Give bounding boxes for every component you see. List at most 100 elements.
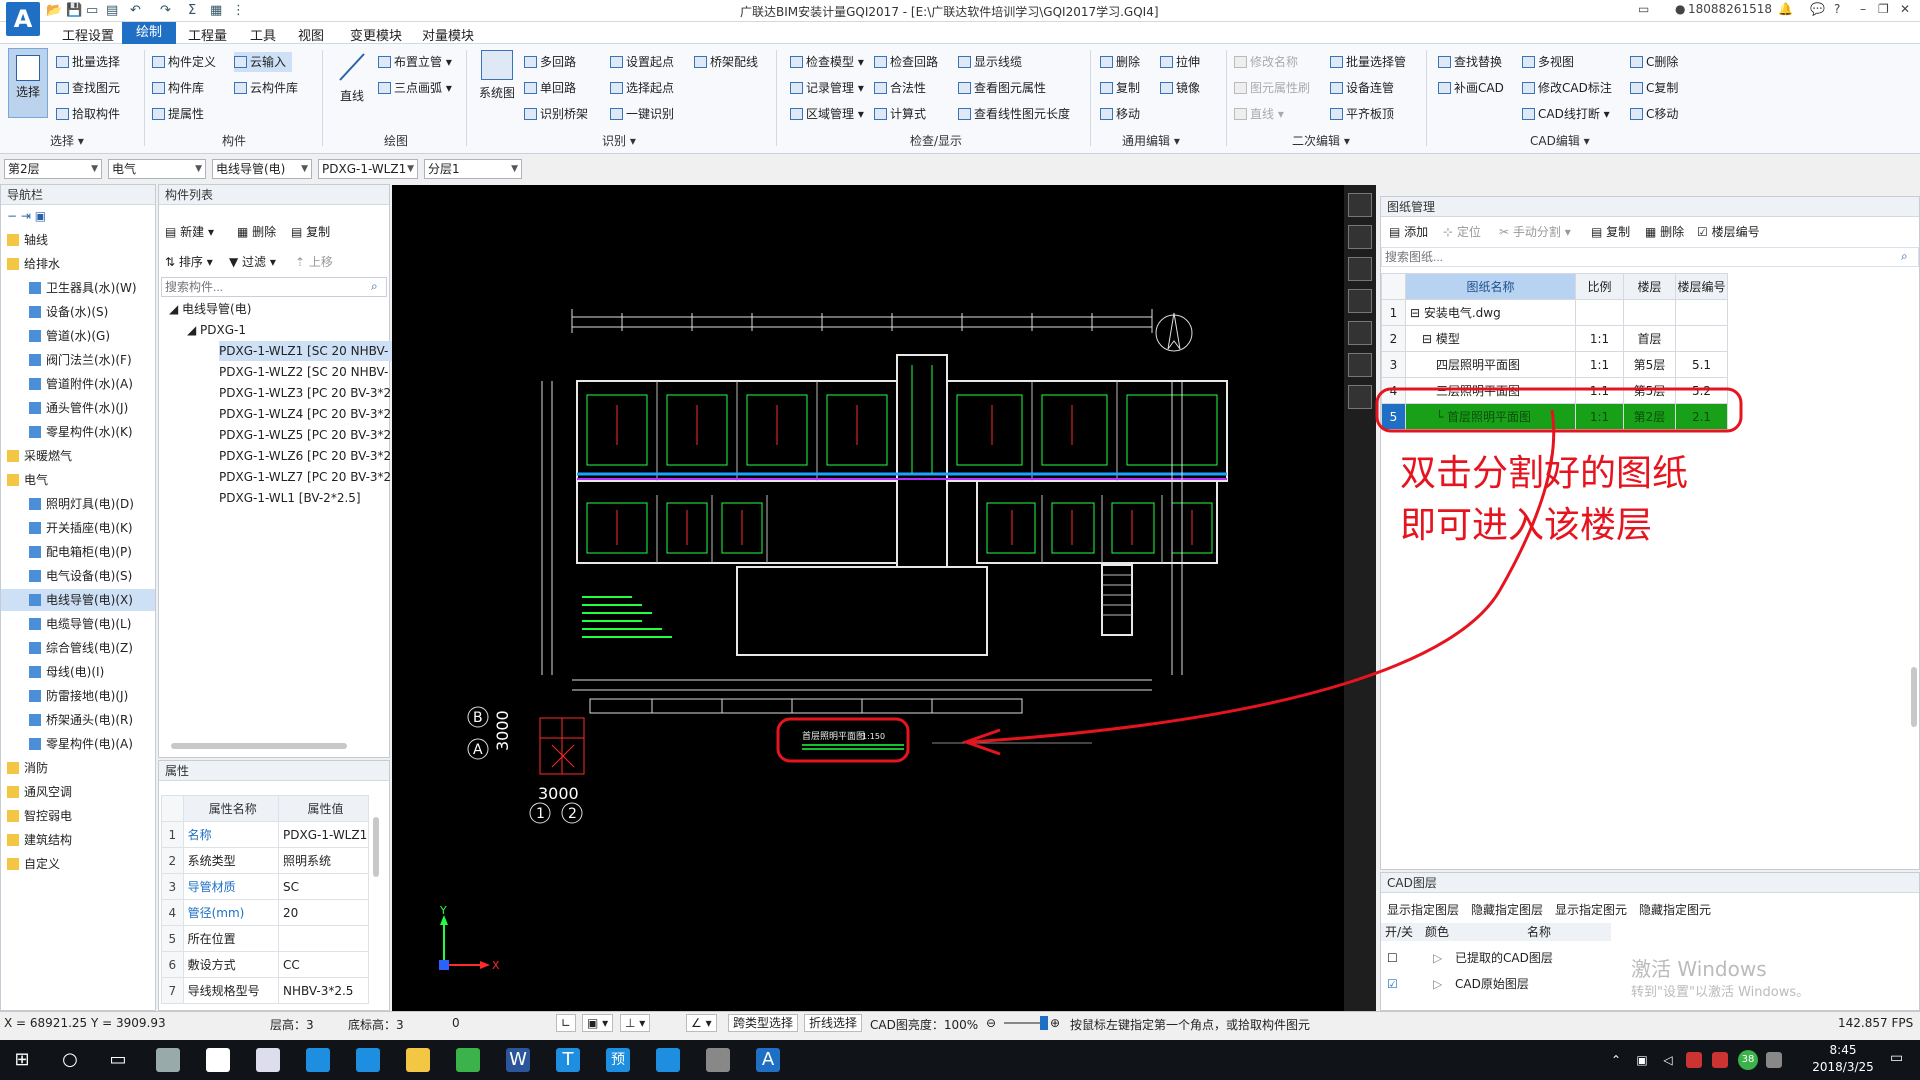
user-phone[interactable]: 18088261518 <box>1688 2 1772 16</box>
nav-folder[interactable]: 采暖燃气 <box>1 445 155 467</box>
task-view-icon[interactable]: ▭ <box>106 1048 130 1072</box>
floor-number-toggle[interactable]: ☑ 楼层编号 <box>1697 223 1760 240</box>
layer-select[interactable]: 分层1 ▼ <box>424 159 522 179</box>
tab-change-module[interactable]: 变更模块 <box>350 25 402 44</box>
yu-app-icon[interactable]: 预 <box>606 1048 630 1072</box>
check-model-button[interactable]: 检查模型 ▾ <box>790 52 864 72</box>
folder-icon[interactable] <box>406 1048 430 1072</box>
formula-button[interactable]: 计算式 <box>874 104 926 124</box>
nav-folder[interactable]: 智控弱电 <box>1 805 155 827</box>
paint-icon[interactable] <box>706 1048 730 1072</box>
c-copy-button[interactable]: C复制 <box>1630 78 1678 98</box>
brightness-minus-icon[interactable]: ⊖ <box>986 1016 996 1030</box>
sum-icon[interactable]: Σ <box>188 2 196 20</box>
three-point-arc-button[interactable]: 三点画弧 ▾ <box>378 78 452 98</box>
glodon-icon[interactable] <box>356 1048 380 1072</box>
drawing-row[interactable]: 3 四层照明平面图 1:1 第5层 5.1 <box>1381 351 1728 378</box>
drawing-search-input[interactable] <box>1381 247 1919 267</box>
close-icon[interactable]: ✕ <box>1900 2 1910 16</box>
nav-item[interactable]: 零星构件(电)(A) <box>1 733 155 755</box>
store-icon[interactable] <box>256 1048 280 1072</box>
help-button[interactable]: ? <box>1834 2 1840 16</box>
minimize-icon[interactable]: – <box>1860 2 1866 16</box>
chat-icon[interactable]: 💬 <box>1810 2 1825 16</box>
element-brush-button[interactable]: 图元属性刷 <box>1234 78 1310 98</box>
nav-folder[interactable]: 自定义 <box>1 853 155 875</box>
nav-folder[interactable]: 消防 <box>1 757 155 779</box>
rotate-icon[interactable] <box>1348 353 1372 377</box>
legality-button[interactable]: 合法性 <box>874 78 926 98</box>
nav-item[interactable]: 开关插座(电)(K) <box>1 517 155 539</box>
nav-item[interactable]: 电线导管(电)(X) <box>1 589 155 611</box>
tree-item[interactable]: PDXG-1-WLZ6 [PC 20 BV-3*2 <box>219 446 391 466</box>
collapse-icon[interactable]: − <box>7 209 17 223</box>
brightness-slider-thumb[interactable] <box>1040 1016 1048 1030</box>
tree-group[interactable]: ◢ PDXG-1 <box>187 320 246 340</box>
browser-icon[interactable] <box>206 1048 230 1072</box>
redraw-cad-button[interactable]: 补画CAD <box>1438 78 1504 98</box>
stretch-button[interactable]: 拉伸 <box>1160 52 1200 72</box>
tree-item[interactable]: PDXG-1-WLZ3 [PC 20 BV-3*2 <box>219 383 391 403</box>
dynamic-icon[interactable]: ⊥ ▾ <box>620 1014 651 1032</box>
word-icon[interactable]: W <box>506 1048 530 1072</box>
nav-item[interactable]: 配电箱柜(电)(P) <box>1 541 155 563</box>
top-view-icon[interactable] <box>1348 225 1372 249</box>
floor-select[interactable]: 第2层 ▼ <box>4 159 102 179</box>
cloud-input-button[interactable]: 云输入 <box>234 52 293 72</box>
front-view-icon[interactable] <box>1348 257 1372 281</box>
view-element-props-button[interactable]: 查看图元属性 <box>958 78 1046 98</box>
single-circuit-button[interactable]: 单回路 <box>524 78 576 98</box>
extract-properties-button[interactable]: 提属性 <box>152 104 204 124</box>
area-manage-button[interactable]: 区域管理 ▾ <box>790 104 864 124</box>
tab-project-settings[interactable]: 工程设置 <box>62 25 114 44</box>
property-row[interactable]: 5 所在位置 <box>161 925 369 952</box>
rename-button[interactable]: 修改名称 <box>1234 52 1298 72</box>
nav-item[interactable]: 通头管件(水)(J) <box>1 397 155 419</box>
expand-icon[interactable]: ▷ <box>1433 945 1442 971</box>
copy-component-button[interactable]: ▤ 复制 <box>291 223 330 240</box>
tree-item[interactable]: PDXG-1-WLZ2 [SC 20 NHBV- <box>219 362 388 382</box>
batch-select-pipe-button[interactable]: 批量选择管 <box>1330 52 1406 72</box>
clock-time[interactable]: 8:45 <box>1808 1043 1878 1057</box>
move-button[interactable]: 移动 <box>1100 104 1140 124</box>
find-element-button[interactable]: 查找图元 <box>56 78 120 98</box>
search-icon[interactable]: ⌕ <box>1901 249 1908 264</box>
clock-date[interactable]: 2018/3/25 <box>1808 1060 1878 1074</box>
nav-item[interactable]: 综合管线(电)(Z) <box>1 637 155 659</box>
delete-drawing-button[interactable]: ▦ 删除 <box>1645 223 1684 240</box>
property-row[interactable]: 1 名称 PDXG-1-WLZ1 <box>161 821 369 848</box>
system-diagram-button[interactable]: 系统图 <box>474 50 520 101</box>
set-start-button[interactable]: 设置起点 <box>610 52 674 72</box>
save-icon[interactable]: 💾 <box>66 2 82 20</box>
nav-item[interactable]: 设备(水)(S) <box>1 301 155 323</box>
filter-button[interactable]: ▼ 过滤 ▾ <box>229 253 276 270</box>
edge-icon[interactable] <box>306 1048 330 1072</box>
nav-item[interactable]: 管道附件(水)(A) <box>1 373 155 395</box>
customize-icon[interactable]: ⋮ <box>232 2 245 20</box>
vertical-scrollbar[interactable] <box>373 817 379 877</box>
nav-folder[interactable]: 给排水 <box>1 253 155 275</box>
tree-root[interactable]: ◢ 电线导管(电) <box>169 299 251 319</box>
show-element-button[interactable]: 显示指定图元 <box>1555 901 1627 918</box>
checkbox-icon[interactable]: ☐ <box>1387 945 1398 971</box>
nav-item[interactable]: 阀门法兰(水)(F) <box>1 349 155 371</box>
copy-button[interactable]: 复制 <box>1100 78 1140 98</box>
component-search-input[interactable] <box>161 277 387 297</box>
nav-item[interactable]: 电气设备(电)(S) <box>1 565 155 587</box>
cross-type-select-button[interactable]: 跨类型选择 <box>728 1014 799 1032</box>
print-icon[interactable]: ▭ <box>86 2 98 20</box>
tab-quantity[interactable]: 工程量 <box>188 25 227 44</box>
property-row[interactable]: 7 导线规格型号 NHBV-3*2.5 <box>161 977 369 1004</box>
locate-button[interactable]: ⊹ 定位 <box>1443 223 1481 240</box>
nav-folder[interactable]: 建筑结构 <box>1 829 155 851</box>
restore-icon[interactable]: ❐ <box>1878 2 1889 16</box>
drawing-row[interactable]: 1 ⊟ 安装电气.dwg <box>1381 299 1728 326</box>
multi-circuit-button[interactable]: 多回路 <box>524 52 576 72</box>
nav-item[interactable]: 桥架通头(电)(R) <box>1 709 155 731</box>
app-icon[interactable] <box>156 1048 180 1072</box>
component-define-button[interactable]: 构件定义 <box>152 52 216 72</box>
select-start-button[interactable]: 选择起点 <box>610 78 674 98</box>
tab-tools[interactable]: 工具 <box>250 25 276 44</box>
show-layer-button[interactable]: 显示指定图层 <box>1387 901 1459 918</box>
network-icon[interactable]: ▣ <box>1630 1048 1654 1072</box>
